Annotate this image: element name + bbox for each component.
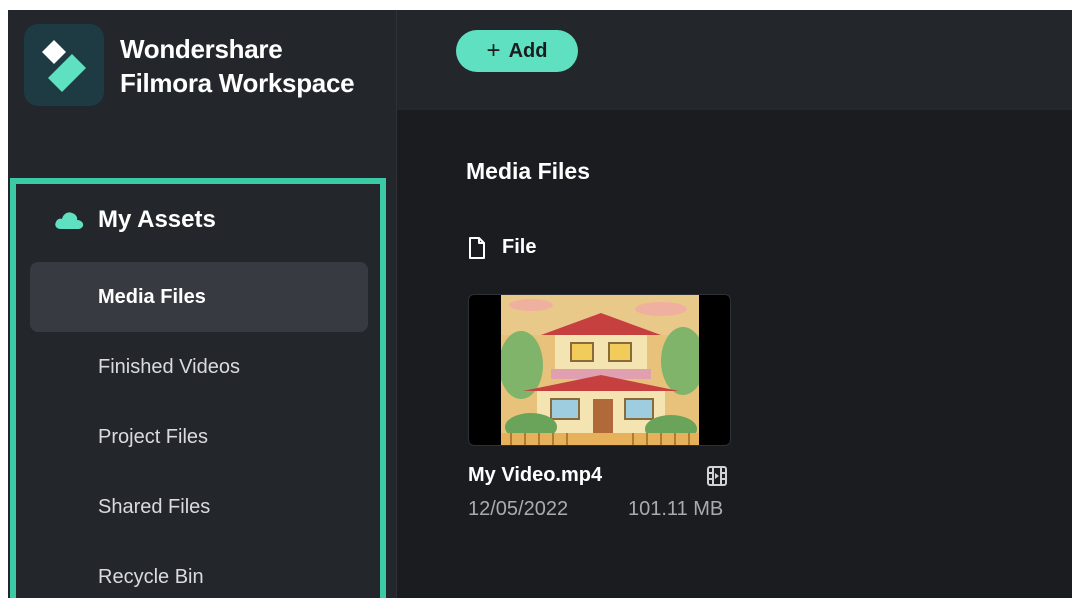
house-thumbnail-image [501, 295, 699, 445]
sidebar-item-label: Finished Videos [98, 355, 240, 378]
video-file-icon [707, 466, 727, 486]
cloud-icon [55, 212, 84, 229]
sidebar-item-recycle-bin[interactable]: Recycle Bin [30, 542, 368, 598]
sidebar-item-label: Shared Files [98, 495, 211, 518]
filmora-logo-icon[interactable] [24, 24, 104, 106]
file-icon [469, 236, 485, 259]
sidebar-item-project-files[interactable]: Project Files [30, 402, 368, 472]
my-assets-header[interactable]: My Assets [54, 200, 216, 240]
file-group-header: File [468, 236, 536, 259]
file-group-label: File [502, 236, 537, 258]
brand-line-1: Wondershare [120, 34, 283, 64]
file-size: 101.11 MB [628, 498, 724, 520]
video-thumbnail[interactable] [468, 294, 731, 446]
sidebar-item-media-files[interactable]: Media Files [30, 262, 368, 332]
page-title: Media Files [466, 158, 590, 184]
add-button[interactable]: + Add [456, 30, 578, 72]
sidebar-item-shared-files[interactable]: Shared Files [30, 472, 368, 542]
brand-line-2: Filmora Workspace [120, 68, 355, 98]
sidebar-item-finished-videos[interactable]: Finished Videos [30, 332, 368, 402]
sidebar-item-label: Project Files [98, 425, 209, 448]
sidebar-item-label: Media Files [98, 285, 206, 308]
sidebar-item-label: Recycle Bin [98, 565, 204, 588]
plus-icon: + [486, 37, 501, 64]
my-assets-label: My Assets [98, 206, 216, 233]
add-button-label: Add [508, 39, 548, 62]
app-brand: Wondershare Filmora Workspace [120, 32, 355, 100]
file-date: 12/05/2022 [468, 498, 569, 520]
file-name[interactable]: My Video.mp4 [468, 464, 602, 487]
